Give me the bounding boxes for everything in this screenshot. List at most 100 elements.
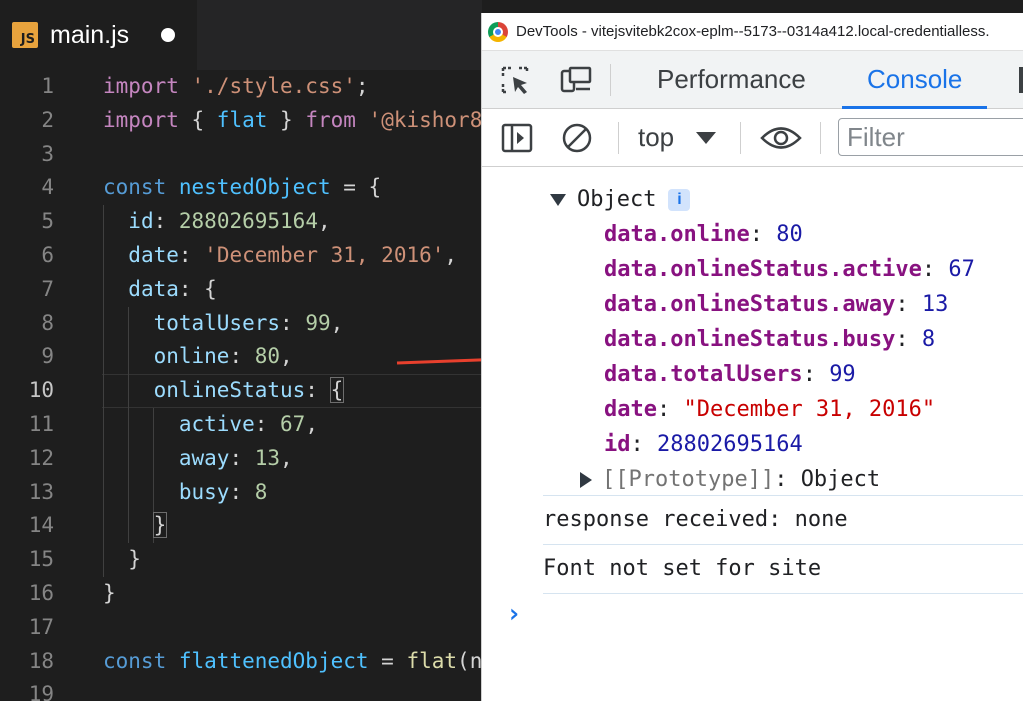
object-property[interactable]: data.online: 80 bbox=[604, 222, 803, 247]
code-token: date bbox=[128, 243, 179, 267]
object-property[interactable]: data.totalUsers: 99 bbox=[604, 362, 856, 387]
live-expression-eye-icon[interactable] bbox=[760, 121, 802, 155]
line-code: date: 'December 31, 2016', bbox=[103, 239, 457, 273]
code-token bbox=[356, 108, 369, 132]
inspect-element-icon[interactable] bbox=[500, 65, 532, 95]
code-line[interactable]: 12 away: 13, bbox=[0, 442, 482, 476]
object-property[interactable]: data.onlineStatus.active: 67 bbox=[604, 257, 975, 282]
line-code: busy: 8 bbox=[103, 476, 267, 510]
line-number: 8 bbox=[0, 307, 54, 341]
expand-right-icon[interactable] bbox=[580, 472, 592, 488]
code-token: import bbox=[103, 108, 179, 132]
clear-console-icon[interactable] bbox=[560, 121, 594, 155]
object-property[interactable]: data.onlineStatus.away: 13 bbox=[604, 292, 948, 317]
code-token: } bbox=[103, 581, 116, 605]
code-line[interactable]: 1import './style.css'; bbox=[0, 70, 482, 104]
console-divider bbox=[543, 593, 1023, 594]
property-value: 28802695164 bbox=[657, 432, 803, 457]
code-area[interactable]: 1import './style.css';2 import { flat } f… bbox=[0, 70, 482, 701]
line-code: totalUsers: 99, bbox=[103, 307, 343, 341]
code-token: flat bbox=[217, 108, 268, 132]
line-code: id: 28802695164, bbox=[103, 205, 331, 239]
code-token: totalUsers bbox=[154, 311, 280, 335]
code-token: , bbox=[331, 311, 344, 335]
code-token: , bbox=[444, 243, 457, 267]
code-token: away bbox=[179, 446, 230, 470]
code-line[interactable]: 18const flattenedObject = flat(ne bbox=[0, 645, 482, 679]
object-header[interactable]: Object i bbox=[550, 187, 690, 212]
code-token bbox=[103, 209, 128, 233]
property-value: 13 bbox=[922, 292, 949, 317]
panel-tab-bar: Performance Console bbox=[482, 51, 1023, 109]
property-key: data.onlineStatus.active bbox=[604, 257, 922, 282]
prototype-key: [[Prototype]] bbox=[602, 467, 774, 492]
line-number: 17 bbox=[0, 611, 54, 645]
code-line[interactable]: 16} bbox=[0, 577, 482, 611]
code-token bbox=[103, 311, 154, 335]
code-line[interactable]: 4const nestedObject = { bbox=[0, 171, 482, 205]
code-line[interactable]: 14 } bbox=[0, 509, 482, 543]
prototype-row[interactable]: [[Prototype]]: Object bbox=[580, 467, 880, 492]
code-token: , bbox=[280, 446, 293, 470]
context-selector[interactable]: top bbox=[638, 117, 716, 157]
tab-main-js[interactable]: JS main.js bbox=[0, 0, 197, 70]
code-line[interactable]: 13 busy: 8 bbox=[0, 476, 482, 510]
code-token: 99 bbox=[305, 311, 330, 335]
line-number: 11 bbox=[0, 408, 54, 442]
filter-input[interactable]: Filter bbox=[838, 118, 1023, 156]
line-code: data: { bbox=[103, 273, 217, 307]
code-token bbox=[103, 344, 154, 368]
unsaved-dot-icon[interactable] bbox=[161, 28, 175, 42]
more-tabs-icon[interactable] bbox=[1019, 67, 1023, 93]
toolbar-separator bbox=[820, 122, 821, 154]
chevron-down-icon bbox=[696, 132, 716, 144]
code-token: { bbox=[179, 108, 217, 132]
code-token: 28802695164 bbox=[179, 209, 318, 233]
expand-down-icon[interactable] bbox=[550, 194, 566, 206]
property-key: date bbox=[604, 397, 657, 422]
property-key: data.totalUsers bbox=[604, 362, 803, 387]
code-token: : bbox=[154, 209, 179, 233]
property-key: data.onlineStatus.away bbox=[604, 292, 895, 317]
code-line[interactable]: 7 data: { bbox=[0, 273, 482, 307]
info-icon[interactable]: i bbox=[668, 189, 690, 211]
toggle-sidebar-icon[interactable] bbox=[500, 121, 534, 155]
line-number: 5 bbox=[0, 205, 54, 239]
code-line[interactable]: 17 bbox=[0, 611, 482, 645]
console-prompt[interactable]: › bbox=[506, 599, 522, 629]
code-token: 67 bbox=[280, 412, 305, 436]
line-number: 10 bbox=[0, 374, 54, 408]
code-token: const bbox=[103, 175, 166, 199]
code-line[interactable]: 6 date: 'December 31, 2016', bbox=[0, 239, 482, 273]
line-number: 2 bbox=[0, 104, 54, 138]
object-property[interactable]: id: 28802695164 bbox=[604, 432, 803, 457]
code-token: 'December 31, 2016' bbox=[204, 243, 444, 267]
code-line[interactable]: 8 totalUsers: 99, bbox=[0, 307, 482, 341]
object-property[interactable]: date: "December 31, 2016" bbox=[604, 397, 935, 422]
code-line[interactable]: 3 bbox=[0, 138, 482, 172]
tab-filename: main.js bbox=[50, 21, 129, 50]
tab-performance[interactable]: Performance bbox=[632, 51, 831, 109]
devtools-window: DevTools - vitejsvitebk2cox-eplm--5173--… bbox=[481, 13, 1023, 701]
tab-console[interactable]: Console bbox=[842, 51, 987, 109]
console-message: response received: none bbox=[543, 507, 848, 532]
device-toolbar-icon[interactable] bbox=[560, 65, 592, 95]
line-number: 15 bbox=[0, 543, 54, 577]
console-toolbar: top Filter bbox=[482, 109, 1023, 167]
line-code: } bbox=[103, 543, 141, 577]
code-token bbox=[103, 446, 179, 470]
code-token: id bbox=[128, 209, 153, 233]
code-line[interactable]: 2 import { flat } from '@kishor82 bbox=[0, 104, 482, 138]
code-token: from bbox=[305, 108, 356, 132]
property-value: 80 bbox=[776, 222, 803, 247]
object-property[interactable]: data.onlineStatus.busy: 8 bbox=[604, 327, 935, 352]
code-line[interactable]: 19 bbox=[0, 678, 482, 701]
code-line[interactable]: 15 } bbox=[0, 543, 482, 577]
code-line[interactable]: 11 active: 67, bbox=[0, 408, 482, 442]
code-line[interactable]: 5 id: 28802695164, bbox=[0, 205, 482, 239]
line-code: import { flat } from '@kishor82 bbox=[103, 104, 482, 138]
panel-separator bbox=[610, 64, 611, 96]
code-token: { bbox=[331, 378, 344, 402]
property-key: id bbox=[604, 432, 631, 457]
line-code: } bbox=[103, 509, 166, 543]
